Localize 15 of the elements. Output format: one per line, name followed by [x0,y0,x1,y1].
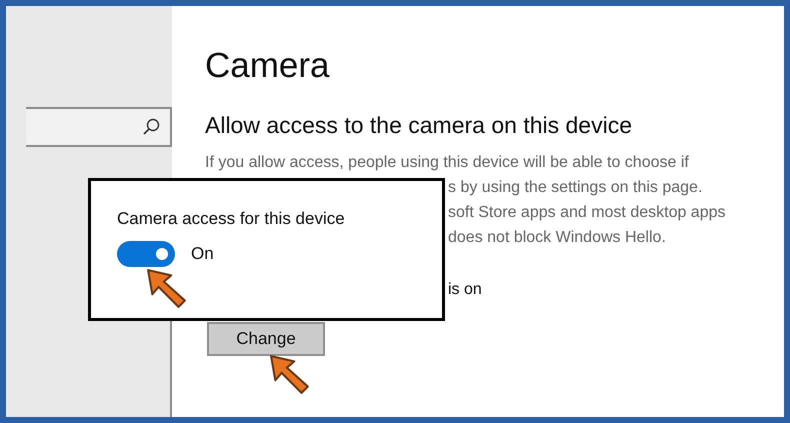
description-text: s by using the settings on this page. [448,178,702,198]
search-field[interactable] [26,107,172,147]
pointer-arrow-icon [269,354,311,396]
status-text: is on [448,280,482,300]
setting-label: Camera access for this device [117,209,346,229]
pointer-arrow-icon [146,268,188,310]
section-heading: Allow access to the camera on this device [205,111,632,140]
toggle-switch[interactable] [117,241,175,267]
description-text: If you allow access, people using this device will be able to choose if [205,153,689,173]
toggle-state-text: On [191,244,214,264]
page-title: Camera [205,45,330,87]
description-text: does not block Windows Hello. [448,228,666,248]
description-text: soft Store apps and most desktop apps [448,203,726,223]
change-button[interactable]: Change [207,322,325,356]
search-icon [142,118,160,136]
